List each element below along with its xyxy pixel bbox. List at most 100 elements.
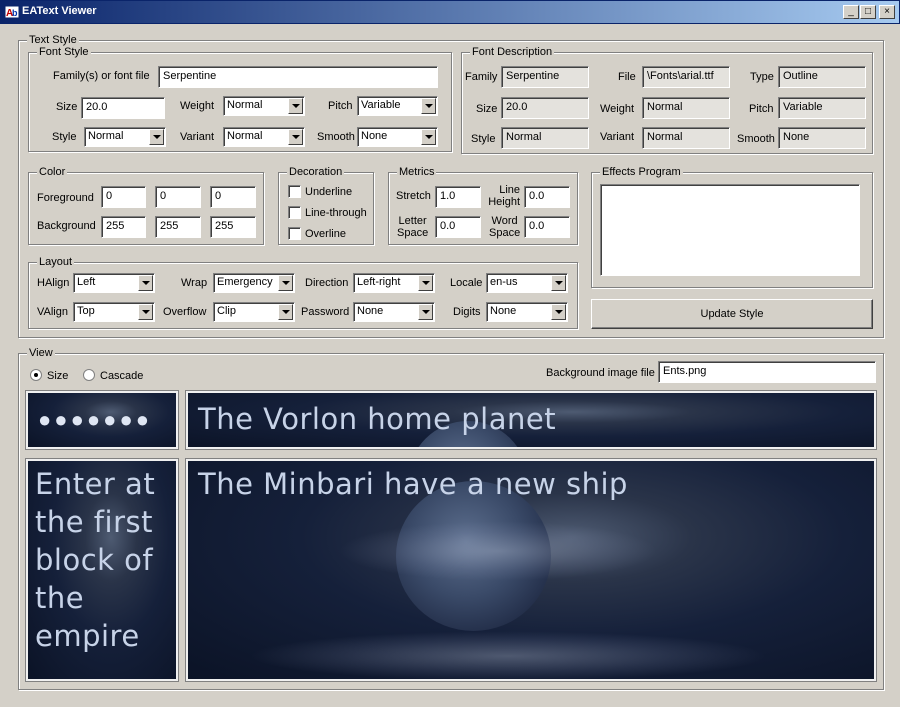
effects-program-textarea[interactable] (600, 184, 860, 276)
minimize-button[interactable]: _ (843, 5, 859, 19)
left-preview-text: Enter at the first block of the empire (35, 467, 156, 653)
desc-type-label: Type (750, 71, 774, 83)
pitch-label: Pitch (328, 100, 353, 112)
word-space-input[interactable]: 0.0 (524, 216, 570, 238)
chevron-down-icon[interactable] (418, 275, 433, 291)
chevron-down-icon[interactable] (149, 129, 164, 145)
effects-program-label: Effects Program (600, 166, 683, 178)
chevron-down-icon[interactable] (551, 304, 566, 320)
digits-value: None (490, 305, 517, 317)
pitch-select[interactable]: Variable (357, 96, 438, 116)
chevron-down-icon[interactable] (421, 98, 436, 114)
wrap-select[interactable]: Emergency (213, 273, 295, 293)
bg-image-input[interactable]: Ents.png (658, 361, 876, 383)
word-space-label-1: Word (491, 215, 518, 227)
color-label: Color (37, 166, 68, 178)
main-preview-text: The Minbari have a new ship (198, 467, 628, 501)
main-text-preview-panel: The Minbari have a new ship (186, 459, 876, 681)
weight-select[interactable]: Normal (223, 96, 305, 116)
halign-value: Left (77, 276, 96, 288)
close-button[interactable]: × (879, 5, 895, 19)
desc-file-label: File (618, 71, 636, 83)
line-height-input[interactable]: 0.0 (524, 186, 570, 208)
overflow-value: Clip (217, 305, 236, 317)
top-preview-text: The Vorlon home planet (198, 402, 557, 436)
desc-file-value: \Fonts\arial.ttf (642, 66, 730, 88)
desc-size-value: 20.0 (501, 97, 589, 119)
cloud-image (248, 631, 768, 679)
underline-label: Underline (305, 186, 353, 198)
desc-weight-label: Weight (600, 103, 635, 115)
cascade-radio-label: Cascade (100, 370, 144, 382)
size-input[interactable]: 20.0 (81, 97, 165, 119)
digits-select[interactable]: None (486, 302, 568, 322)
direction-select[interactable]: Left-right (353, 273, 435, 293)
foreground-b-input[interactable]: 0 (210, 186, 256, 208)
chevron-down-icon[interactable] (278, 275, 293, 291)
foreground-g-input[interactable]: 0 (155, 186, 201, 208)
background-r-input[interactable]: 255 (101, 216, 146, 238)
desc-style-value: Normal (501, 127, 589, 149)
overflow-select[interactable]: Clip (213, 302, 295, 322)
background-b-input[interactable]: 255 (210, 216, 256, 238)
size-radio[interactable] (30, 369, 42, 381)
update-style-button[interactable]: Update Style (591, 299, 873, 329)
desc-family-value: Serpentine (501, 66, 589, 88)
chevron-down-icon[interactable] (421, 129, 436, 145)
text-style-label: Text Style (27, 34, 79, 46)
letter-space-input[interactable]: 0.0 (435, 216, 481, 238)
direction-value: Left-right (357, 276, 401, 288)
style-label: Style (52, 131, 77, 143)
desc-type-value: Outline (778, 66, 866, 88)
overline-checkbox[interactable] (288, 227, 301, 240)
desc-size-label: Size (476, 103, 498, 115)
valign-select[interactable]: Top (73, 302, 155, 322)
password-preview-panel: ●●●●●●● (26, 391, 178, 449)
chevron-down-icon[interactable] (418, 304, 433, 320)
halign-select[interactable]: Left (73, 273, 155, 293)
smooth-select[interactable]: None (357, 127, 438, 147)
family-input[interactable]: Serpentine (158, 66, 438, 88)
direction-label: Direction (305, 277, 349, 289)
chevron-down-icon[interactable] (288, 98, 303, 114)
font-style-label: Font Style (37, 46, 91, 58)
password-label: Password (301, 306, 350, 318)
variant-select[interactable]: Normal (223, 127, 305, 147)
underline-checkbox[interactable] (288, 185, 301, 198)
foreground-r-input[interactable]: 0 (101, 186, 146, 208)
desc-pitch-value: Variable (778, 97, 866, 119)
chevron-down-icon[interactable] (138, 304, 153, 320)
line-through-checkbox[interactable] (288, 206, 301, 219)
desc-smooth-label: Smooth (737, 133, 775, 145)
wrap-value: Emergency (217, 276, 273, 288)
halign-label: HAlign (37, 277, 70, 289)
background-g-input[interactable]: 255 (155, 216, 201, 238)
letter-space-label: Letter Space (397, 215, 428, 239)
word-space-label: Word Space (489, 215, 520, 239)
stretch-input[interactable]: 1.0 (435, 186, 481, 208)
window-title: EAText Viewer (22, 5, 97, 17)
svg-text:b: b (12, 8, 18, 18)
stretch-label: Stretch (396, 190, 431, 202)
chevron-down-icon[interactable] (551, 275, 566, 291)
line-through-label: Line-through (305, 207, 367, 219)
chevron-down-icon[interactable] (278, 304, 293, 320)
desc-variant-value: Normal (642, 127, 730, 149)
weight-value: Normal (227, 99, 263, 111)
chevron-down-icon[interactable] (138, 275, 153, 291)
line-height-label: Line Height (486, 184, 520, 208)
smooth-value: None (361, 130, 388, 142)
wrap-label: Wrap (181, 277, 208, 289)
chevron-down-icon[interactable] (288, 129, 303, 145)
variant-value: Normal (227, 130, 263, 142)
line-height-label-2: Height (488, 196, 520, 208)
style-select[interactable]: Normal (84, 127, 166, 147)
password-dots: ●●●●●●● (38, 407, 153, 432)
cascade-radio[interactable] (83, 369, 95, 381)
desc-weight-value: Normal (642, 97, 730, 119)
overline-label: Overline (305, 228, 346, 240)
maximize-button[interactable]: □ (860, 5, 876, 19)
password-select[interactable]: None (353, 302, 435, 322)
desc-family-label: Family (465, 71, 498, 83)
locale-select[interactable]: en-us (486, 273, 568, 293)
